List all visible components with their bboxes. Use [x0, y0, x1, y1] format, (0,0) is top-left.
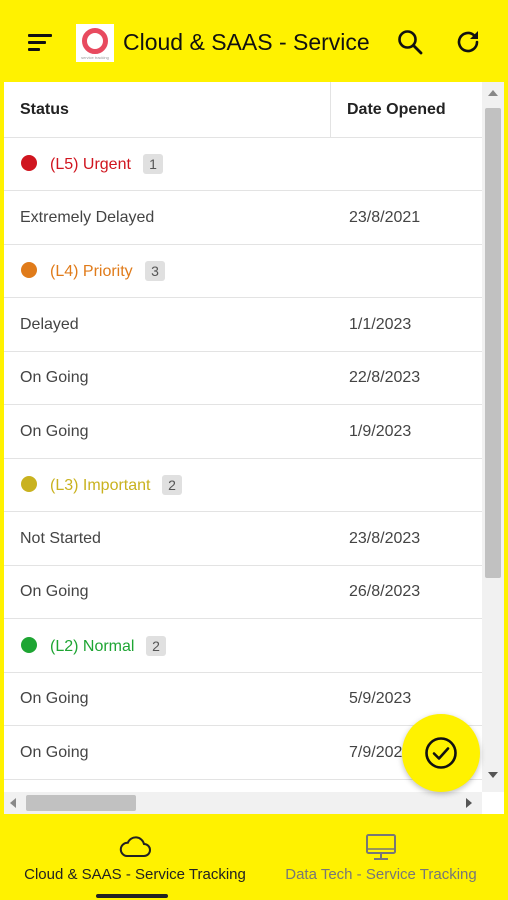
service-table: Status Date Opened (L5) Urgent 1 Extremely…	[4, 82, 482, 792]
group-header-row[interactable]: (L4) Priority 3	[4, 245, 482, 298]
search-button[interactable]	[390, 22, 430, 62]
hamburger-icon	[28, 34, 52, 51]
date-opened-cell: 23/8/2023	[349, 529, 421, 547]
date-opened-cell: 23/8/2021	[349, 208, 421, 226]
complete-fab-button[interactable]	[402, 714, 480, 792]
group-count-badge: 2	[146, 635, 166, 656]
active-nav-indicator	[96, 894, 168, 898]
monitor-icon	[366, 834, 396, 860]
refresh-icon	[457, 31, 479, 53]
logo-ring-icon	[82, 27, 108, 54]
scroll-down-arrow-icon[interactable]	[488, 772, 498, 778]
group-count-badge: 2	[162, 475, 182, 495]
nav-data-tech-tracking[interactable]: Data Tech - Service Tracking	[262, 814, 500, 900]
date-opened-cell: 5/9/2023	[349, 690, 412, 707]
column-divider	[330, 82, 331, 138]
table-row[interactable]: Not Started 23/8/2023	[4, 513, 482, 566]
scroll-right-arrow-icon[interactable]	[466, 798, 472, 808]
check-circle-icon	[425, 737, 457, 769]
group-label: (L2) Normal	[50, 637, 135, 655]
status-cell: On Going	[20, 690, 89, 707]
top-app-bar: service tracking Cloud & SAAS - Service	[0, 0, 508, 82]
group-count-badge: 3	[145, 261, 165, 281]
horizontal-scroll-thumb[interactable]	[26, 795, 136, 811]
table-row[interactable]: On Going 22/8/2023	[4, 352, 482, 405]
status-cell: On Going	[20, 583, 89, 600]
group-label: (L5) Urgent	[50, 156, 131, 173]
group-header-row[interactable]: (L2) Normal 2	[4, 620, 482, 673]
priority-dot-icon	[21, 636, 37, 653]
refresh-button[interactable]	[448, 22, 488, 62]
column-header-status[interactable]: Status	[20, 101, 69, 119]
scroll-left-arrow-icon[interactable]	[10, 798, 16, 808]
bottom-navigation: Cloud & SAAS - Service Tracking Data Tec…	[0, 814, 508, 900]
menu-button[interactable]	[20, 22, 60, 62]
nav-cloud-saas-tracking[interactable]: Cloud & SAAS - Service Tracking	[8, 814, 262, 900]
scroll-up-arrow-icon[interactable]	[488, 90, 498, 96]
priority-dot-icon	[21, 155, 37, 171]
table-row[interactable]: Extremely Delayed 23/8/2021	[4, 192, 482, 245]
table-row[interactable]: On Going 1/9/2023	[4, 406, 482, 459]
status-cell: Delayed	[20, 315, 79, 333]
status-cell: On Going	[20, 743, 89, 761]
table-row[interactable]: On Going 26/8/2023	[4, 566, 482, 619]
status-cell: Extremely Delayed	[20, 208, 155, 226]
search-icon	[398, 30, 423, 55]
table-row[interactable]: Delayed 1/1/2023	[4, 299, 482, 352]
vertical-scrollbar[interactable]	[482, 82, 504, 792]
group-header-row[interactable]: (L3) Important 2	[4, 459, 482, 512]
nav-label: Cloud & SAAS - Service Tracking	[24, 866, 246, 883]
vertical-scroll-thumb[interactable]	[485, 108, 501, 578]
table-row[interactable]: On Going 5/9/2023	[4, 673, 482, 726]
group-header-row[interactable]: (L5) Urgent 1	[4, 138, 482, 191]
group-count-badge: 1	[143, 154, 163, 174]
date-opened-cell: 22/8/2023	[349, 369, 421, 386]
logo-text: service tracking	[81, 54, 109, 60]
date-opened-cell: 26/8/2023	[349, 583, 421, 600]
nav-label: Data Tech - Service Tracking	[285, 866, 477, 883]
column-header-date-opened[interactable]: Date Opened	[347, 101, 446, 119]
date-opened-cell: 1/9/2023	[349, 422, 412, 440]
page-title: Cloud & SAAS - Service	[123, 29, 370, 55]
table-header: Status Date Opened	[4, 82, 482, 138]
status-cell: On Going	[20, 369, 89, 386]
priority-dot-icon	[21, 262, 37, 278]
cloud-icon	[119, 836, 151, 857]
group-label: (L3) Important	[50, 477, 151, 494]
date-opened-cell: 1/1/2023	[349, 315, 412, 333]
app-logo: service tracking	[76, 24, 114, 62]
priority-dot-icon	[21, 476, 37, 492]
group-label: (L4) Priority	[50, 263, 133, 280]
horizontal-scrollbar[interactable]	[4, 792, 482, 814]
status-cell: Not Started	[20, 529, 101, 547]
status-cell: On Going	[20, 422, 89, 440]
